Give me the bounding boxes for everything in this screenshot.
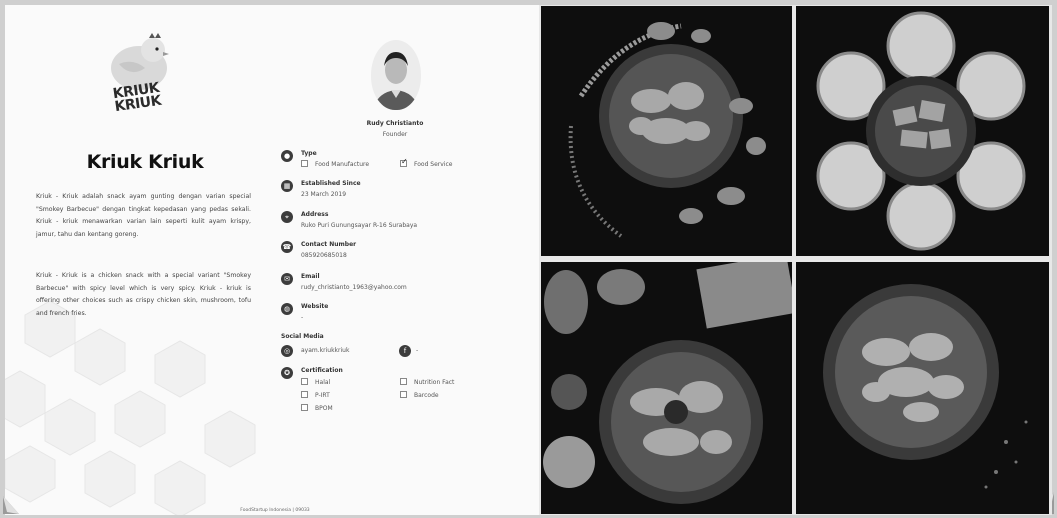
checkbox-label: Food Manufacture	[315, 161, 370, 168]
cert-option-halal[interactable]: Halal	[301, 378, 331, 386]
type-label: Type	[301, 150, 317, 157]
checkbox[interactable]	[400, 378, 407, 385]
checkbox-label: BPOM	[315, 405, 333, 412]
founder-photo	[371, 40, 421, 110]
website-label: Website	[301, 303, 329, 310]
type-option-food-manufacture[interactable]: Food Manufacture	[301, 160, 370, 168]
email-value[interactable]: rudy_christianto_1963@yahoo.com	[301, 284, 407, 291]
established-label: Established Since	[301, 180, 361, 187]
type-option-food-service[interactable]: Food Service	[400, 157, 453, 168]
phone-icon: ☎	[281, 241, 293, 253]
food-photo-4	[796, 262, 1049, 514]
founder-name: Rudy Christianto	[366, 120, 424, 127]
cert-option-pirt[interactable]: P-IRT	[301, 391, 330, 399]
contact-value: 085920685018	[301, 252, 347, 259]
mail-icon: ✉	[281, 273, 293, 285]
food-photo-1	[541, 6, 792, 256]
globe-icon: ◍	[281, 303, 293, 315]
checkbox-label: P-IRT	[315, 392, 330, 399]
established-value: 23 March 2019	[301, 191, 347, 198]
contact-label: Contact Number	[301, 241, 357, 248]
calendar-icon: ▦	[281, 180, 293, 192]
checkbox-label: Food Service	[414, 161, 453, 168]
address-value: Ruko Puri Gunungsayar R-16 Surabaya	[301, 222, 418, 229]
instagram-handle[interactable]: ayam.kriukkriuk	[301, 347, 349, 354]
profile-page: KRIUK KRIUK Kriuk Kriuk Kriuk - Kriuk ad…	[5, 5, 539, 515]
checkbox[interactable]	[301, 404, 308, 411]
facebook-icon: f	[399, 345, 411, 357]
description-english: Kriuk - Kriuk is a chicken snack with a …	[36, 272, 251, 317]
food-photo-3	[541, 262, 792, 514]
instagram-icon: ◎	[281, 345, 293, 357]
email-label: Email	[301, 273, 320, 280]
founder-role: Founder	[382, 131, 408, 138]
location-icon: ⌖	[281, 211, 293, 223]
checkbox-label: Halal	[315, 379, 331, 386]
checkbox-checked[interactable]	[400, 157, 408, 167]
brand-title: Kriuk Kriuk	[86, 151, 204, 173]
website-value: -	[301, 314, 304, 321]
address-label: Address	[301, 211, 329, 218]
certificate-icon: ✪	[281, 367, 293, 379]
catalog-spread: KRIUK KRIUK Kriuk Kriuk Kriuk - Kriuk ad…	[0, 0, 1057, 518]
checkbox[interactable]	[301, 160, 308, 167]
page-corner-left[interactable]	[3, 492, 21, 514]
checkbox[interactable]	[400, 391, 407, 398]
page-footer: FoodStartup Indonesia | 09033	[240, 508, 310, 513]
checkbox[interactable]	[301, 391, 308, 398]
tag-icon: ●	[281, 150, 293, 162]
cert-option-bpom[interactable]: BPOM	[301, 404, 333, 412]
cert-option-nutrition-fact[interactable]: Nutrition Fact	[400, 378, 455, 386]
cert-option-barcode[interactable]: Barcode	[400, 391, 439, 399]
checkbox-label: Nutrition Fact	[414, 379, 455, 386]
description-indonesian: Kriuk - Kriuk adalah snack ayam gunting …	[36, 193, 251, 238]
social-media-label: Social Media	[281, 333, 324, 340]
checkbox[interactable]	[301, 378, 308, 385]
certification-label: Certification	[301, 367, 343, 374]
food-photo-2	[796, 6, 1049, 256]
checkbox-label: Barcode	[414, 392, 439, 399]
facebook-handle: -	[416, 347, 419, 354]
